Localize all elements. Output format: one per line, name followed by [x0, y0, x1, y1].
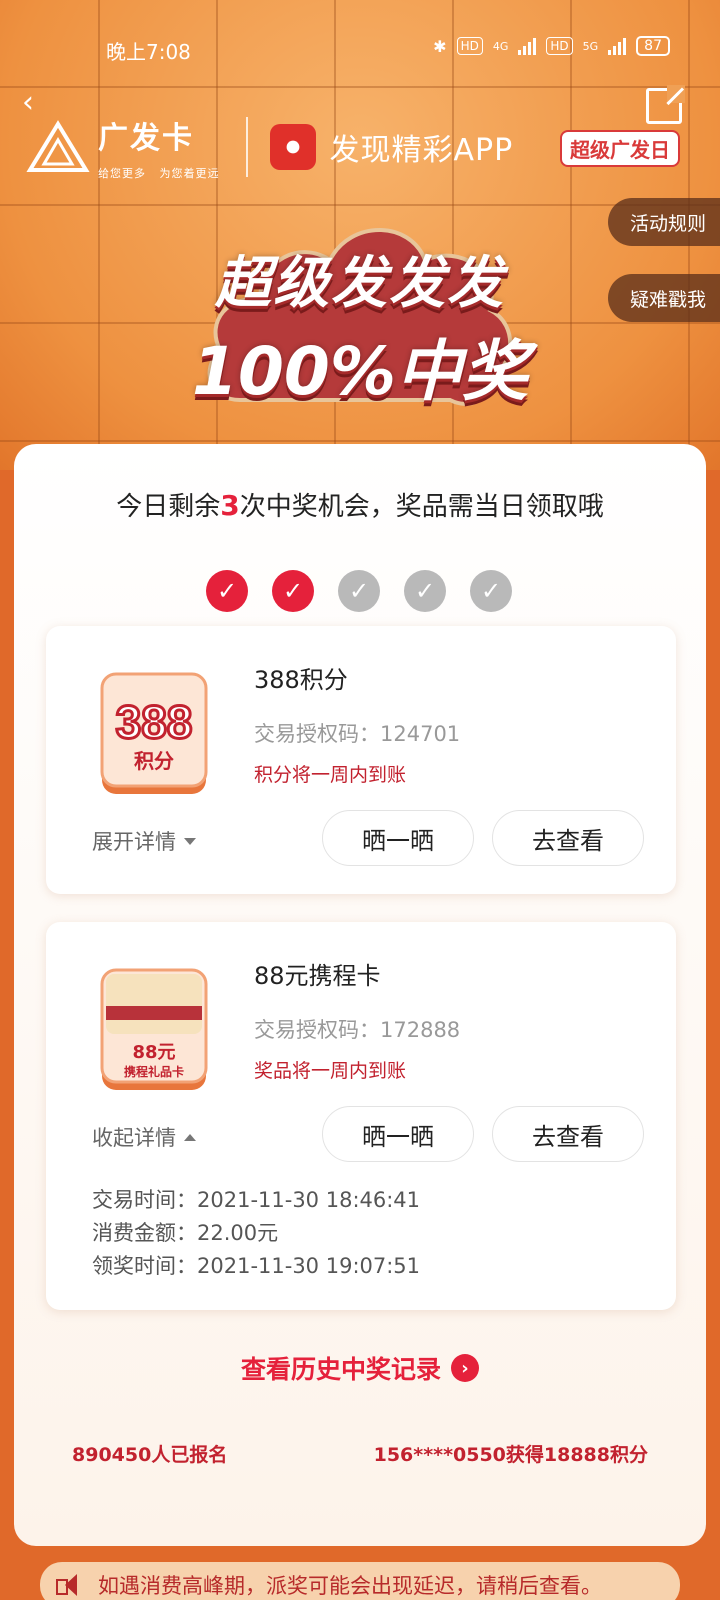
notice-text: 如遇消费高峰期，派奖可能会出现延迟，请稍后查看。 — [98, 1574, 602, 1598]
signup-count: 890450人已报名 — [72, 1444, 228, 1466]
brand-slogan: 给您更多 为您着更远 — [98, 165, 220, 181]
history-link-label: 查看历史中奖记录 — [240, 1355, 441, 1384]
arrival-note: 积分将一周内到账 — [254, 764, 407, 786]
share-button[interactable]: 晒一晒 — [322, 810, 474, 866]
brand-logo-row: 广发卡 给您更多 为您着更远 发现精彩APP — [26, 112, 513, 182]
chance-suffix: 次中奖机会，奖品需当日领取哦 — [239, 492, 604, 522]
network-5g-label: 5G — [582, 39, 599, 53]
brand-name: 广发卡 — [98, 121, 194, 156]
chevron-right-icon: › — [451, 1354, 479, 1382]
chevron-up-icon — [184, 1133, 196, 1141]
signal-icon-2 — [608, 37, 627, 55]
signal-icon — [518, 37, 537, 55]
app-name: 发现精彩APP — [329, 133, 514, 168]
help-button[interactable]: 疑难戳我 — [608, 274, 720, 322]
brand-slogan-right: 为您着更远 — [159, 167, 220, 180]
chance-prefix: 今日剩余 — [116, 492, 221, 522]
trade-time: 交易时间：2021-11-30 18:46:41 — [92, 1188, 421, 1212]
rules-button[interactable]: 活动规则 — [608, 198, 720, 246]
notice-bar: 如遇消费高峰期，派奖可能会出现延迟，请稍后查看。 — [40, 1562, 680, 1600]
check-icon: ✓ — [338, 570, 380, 612]
status-icons: ✱ HD 4G HD 5G 87 — [433, 36, 670, 56]
view-button[interactable]: 去查看 — [492, 1106, 644, 1162]
winner-ticker: 156****0550获得18888积分 — [373, 1444, 648, 1466]
check-icon: ✓ — [404, 570, 446, 612]
header-divider — [245, 117, 248, 177]
status-time: 晚上7:08 — [106, 40, 191, 64]
check-icon: ✓ — [272, 570, 314, 612]
points-prize-image: 388 积分 — [100, 672, 208, 794]
chance-count: 3 — [220, 489, 240, 522]
auth-code: 交易授权码：124701 — [254, 722, 461, 746]
prize-card-points: 388 积分 388积分 交易授权码：124701 积分将一周内到账 展开详情 … — [46, 626, 676, 894]
hd-badge: HD — [456, 37, 483, 55]
collapse-details-label: 收起详情 — [92, 1126, 176, 1150]
banner-subtitle: 100%中奖 — [192, 333, 528, 410]
expand-details-toggle[interactable]: 展开详情 — [92, 826, 196, 856]
auth-code: 交易授权码：172888 — [254, 1018, 461, 1042]
campaign-banner: 超级发发发 100%中奖 — [190, 190, 530, 430]
chevron-down-icon — [184, 837, 196, 845]
share-button[interactable]: 晒一晒 — [322, 1106, 474, 1162]
brand-text: 广发卡 给您更多 为您着更远 — [98, 113, 220, 181]
progress-checks: ✓ ✓ ✓ ✓ ✓ — [206, 570, 512, 612]
battery-icon: 87 — [636, 36, 670, 56]
prize-title: 388积分 — [254, 666, 348, 694]
ctrip-gift-card-image: 88元 携程礼品卡 — [100, 968, 208, 1090]
gf-logo-icon — [26, 120, 90, 174]
banner-title: 超级发发发 — [215, 251, 505, 316]
arrival-note: 奖品将一周内到账 — [254, 1060, 407, 1082]
points-badge-unit: 积分 — [134, 749, 174, 773]
brand-slogan-left: 给您更多 — [98, 167, 146, 180]
speaker-icon — [56, 1573, 86, 1597]
prize-title: 88元携程卡 — [254, 962, 381, 990]
gift-card-amount: 88元 — [132, 1042, 175, 1063]
main-card: 今日剩余3次中奖机会，奖品需当日领取哦 ✓ ✓ ✓ ✓ ✓ 388 积分 388… — [14, 444, 706, 1546]
remaining-chances-text: 今日剩余3次中奖机会，奖品需当日领取哦 — [14, 486, 706, 523]
collapse-details-toggle[interactable]: 收起详情 — [92, 1122, 196, 1152]
claim-time: 领奖时间：2021-11-30 19:07:51 — [92, 1254, 421, 1278]
spend-amount: 消费金额：22.00元 — [92, 1221, 279, 1245]
expand-details-label: 展开详情 — [92, 830, 176, 854]
check-icon: ✓ — [470, 570, 512, 612]
share-icon[interactable] — [646, 85, 685, 124]
check-icon: ✓ — [206, 570, 248, 612]
bluetooth-icon: ✱ — [433, 36, 447, 56]
status-bar: 晚上7:08 ✱ HD 4G HD 5G 87 — [0, 0, 720, 96]
history-link[interactable]: 查看历史中奖记录 › — [14, 1350, 706, 1386]
transaction-details: 交易时间：2021-11-30 18:46:41 消费金额：22.00元 领奖时… — [92, 1184, 420, 1283]
gift-card-name: 携程礼品卡 — [124, 1064, 184, 1079]
campaign-badge: 超级广发日 — [560, 130, 680, 167]
hd-badge-2: HD — [546, 37, 573, 55]
prize-card-ctrip: 88元 携程礼品卡 88元携程卡 交易授权码：172888 奖品将一周内到账 收… — [46, 922, 676, 1310]
view-button[interactable]: 去查看 — [492, 810, 644, 866]
points-badge-number: 388 — [116, 696, 193, 748]
network-4g-label: 4G — [492, 39, 509, 53]
app-logo-icon — [269, 124, 316, 170]
